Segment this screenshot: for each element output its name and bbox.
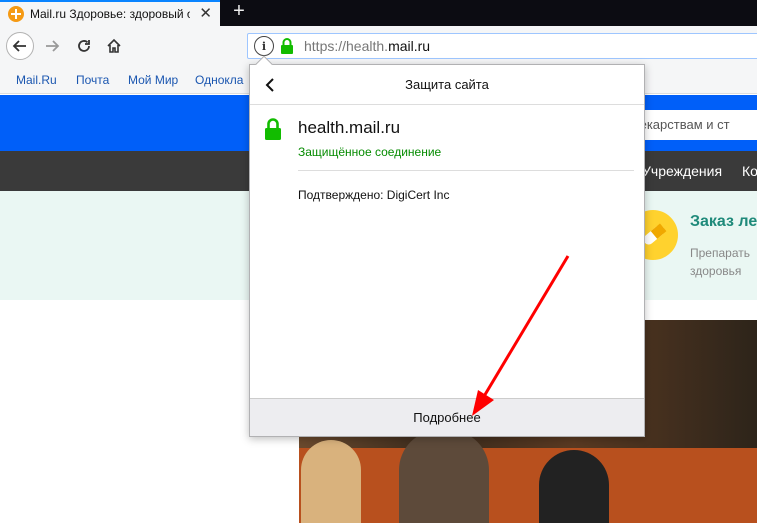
site-nav-more[interactable]: Ко <box>742 163 757 179</box>
chevron-left-icon <box>265 78 274 92</box>
photo-person <box>301 440 361 523</box>
popup-title: Защита сайта <box>405 77 489 92</box>
more-info-button[interactable]: Подробнее <box>250 398 644 436</box>
forward-arrow-icon <box>46 40 60 52</box>
forward-button[interactable] <box>38 32 66 60</box>
close-tab-icon[interactable]: ✕ <box>199 6 212 22</box>
bookmark-moy-mir[interactable]: Мой Мир <box>128 73 178 87</box>
mailru-health-favicon-icon <box>8 6 24 22</box>
site-nav-institutions[interactable]: Учреждения <box>642 163 722 179</box>
bookmark-odnoklassniki[interactable]: Однокла <box>195 73 243 87</box>
lock-icon[interactable] <box>280 37 294 55</box>
back-arrow-icon <box>12 40 26 52</box>
lock-icon <box>264 117 282 141</box>
url-text[interactable]: https://health.mail.ru <box>304 38 430 54</box>
secure-connection-label: Защищённое соединение <box>298 145 442 159</box>
promo-title[interactable]: Заказ ле <box>690 213 757 231</box>
photo-sofa <box>299 448 757 523</box>
home-button[interactable] <box>100 32 128 60</box>
popup-header: Защита сайта <box>250 65 644 105</box>
tab-title: Mail.ru Здоровье: здоровый о <box>30 7 190 21</box>
address-bar[interactable]: i https://health.mail.ru <box>247 33 757 59</box>
back-button[interactable] <box>6 32 34 60</box>
photo-person <box>399 430 489 523</box>
divider <box>298 170 634 171</box>
certificate-verified-label: Подтверждено: DigiCert Inc <box>298 188 450 202</box>
navigation-toolbar: i https://health.mail.ru <box>0 26 757 66</box>
info-icon[interactable]: i <box>254 36 274 56</box>
browser-tab[interactable]: Mail.ru Здоровье: здоровый о ✕ <box>0 0 220 26</box>
bookmark-mailru[interactable]: Mail.Ru <box>16 73 57 87</box>
promo-description: Препарать здоровья <box>690 246 750 278</box>
bookmark-pochta[interactable]: Почта <box>76 73 109 87</box>
reload-button[interactable] <box>70 32 98 60</box>
site-security-popup: Защита сайта health.mail.ru Защищённое с… <box>249 55 645 437</box>
reload-icon <box>78 40 90 52</box>
site-host: health.mail.ru <box>298 118 401 137</box>
tab-strip: Mail.ru Здоровье: здоровый о ✕ + <box>0 0 757 26</box>
new-tab-button[interactable]: + <box>228 0 250 24</box>
home-icon <box>107 38 121 53</box>
photo-person <box>539 450 609 523</box>
popup-back-button[interactable] <box>260 75 280 95</box>
